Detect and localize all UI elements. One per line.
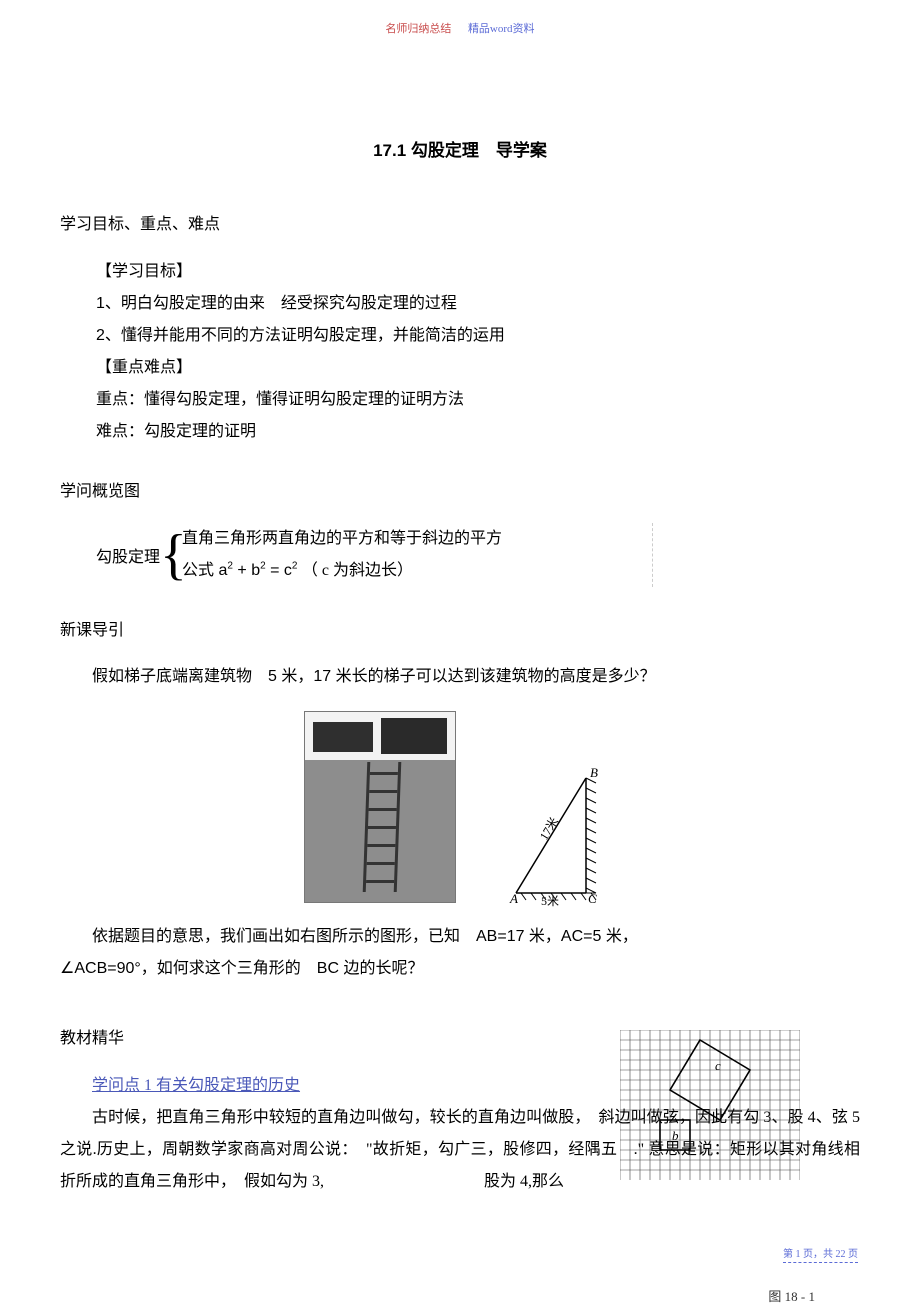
photo-block xyxy=(313,722,373,752)
ladder-rung xyxy=(369,808,397,811)
theorem-formula: 公式 a2 + b2 = c2 （ c 为斜边长） xyxy=(182,555,502,587)
ladder-photo xyxy=(304,711,456,903)
photo-ladder xyxy=(363,762,402,892)
ladder-rung xyxy=(369,790,397,793)
document-page: 名师归纳总结 精品word资料 17.1 勾股定理 导学案 学习目标、重点、难点… xyxy=(0,0,920,1303)
grid-label-c: c xyxy=(715,1058,721,1073)
figure-row: A B C 5米 17米 xyxy=(60,711,860,903)
figure-caption: 图 18 - 1 xyxy=(768,1286,815,1305)
header-right: 精品word资料 xyxy=(468,23,535,35)
key-difficulty-label: 【重点难点】 xyxy=(96,352,860,384)
document-title: 17.1 勾股定理 导学案 xyxy=(60,136,860,161)
section-heading-goals: 学习目标、重点、难点 xyxy=(60,211,860,240)
left-brace-icon: { xyxy=(160,519,187,591)
goal-item-1: 1、明白勾股定理的由来 经受探究勾股定理的过程 xyxy=(96,288,860,320)
ladder-rung xyxy=(367,862,395,865)
page-footer: 第 1 页，共 22 页 xyxy=(783,1245,858,1263)
formula-suffix: （ c 为斜边长） xyxy=(302,562,413,579)
triangle-diagram: A B C 5米 17米 xyxy=(496,763,616,903)
theorem-label: 勾股定理 xyxy=(96,543,160,567)
page-header: 名师归纳总结 精品word资料 xyxy=(60,20,860,36)
header-left: 名师归纳总结 xyxy=(385,23,451,35)
ladder-rung xyxy=(370,772,398,775)
formula-prefix: 公式 xyxy=(182,562,218,579)
intro-question: 假如梯子底端离建筑物 5 米，17 米长的梯子可以达到该建筑物的高度是多少？ xyxy=(60,661,860,693)
difficulty-point: 难点：勾股定理的证明 xyxy=(96,416,860,448)
formula-a-exp: 2 xyxy=(227,560,233,571)
goal-label: 【学习目标】 xyxy=(96,256,860,288)
theorem-brace-block: 勾股定理 { 直角三角形两直角边的平方和等于斜边的平方 公式 a2 + b2 =… xyxy=(96,523,860,587)
formula-plus: + xyxy=(237,562,251,579)
vertex-a-label: A xyxy=(509,891,518,906)
key-point: 重点：懂得勾股定理，懂得证明勾股定理的证明方法 xyxy=(96,384,860,416)
history-block: 学问点 1 有关勾股定理的历史 古时候，把直角三角形中较短的直角边叫做勾，较长的… xyxy=(60,1070,860,1198)
knowledge-point-link: 学问点 1 有关勾股定理的历史 xyxy=(92,1077,300,1094)
section-heading-intro: 新课导引 xyxy=(60,617,860,646)
ladder-rung xyxy=(366,880,394,883)
formula-b: b xyxy=(251,562,260,579)
grid-label-b: b xyxy=(672,1128,679,1143)
base-length-label: 5米 xyxy=(541,894,559,908)
intro-analysis-1: 依据题目的意思，我们画出如右图所示的图形，已知 AB=17 米，AC=5 米， xyxy=(60,921,860,953)
theorem-statement: 直角三角形两直角边的平方和等于斜边的平方 xyxy=(182,523,502,555)
formula-c: c xyxy=(284,562,292,579)
grid-figure: c b xyxy=(620,1030,800,1180)
photo-block xyxy=(381,718,447,754)
vertex-c-label: C xyxy=(588,891,597,906)
ladder-rung xyxy=(367,844,395,847)
ladder-rung xyxy=(368,826,396,829)
formula-b-exp: 2 xyxy=(260,560,266,571)
section-heading-overview: 学问概览图 xyxy=(60,478,860,507)
intro-analysis-2: ∠ACB=90°，如何求这个三角形的 BC 边的长呢？ xyxy=(60,953,860,985)
vertex-b-label: B xyxy=(590,765,598,780)
brace-content: { 直角三角形两直角边的平方和等于斜边的平方 公式 a2 + b2 = c2 （… xyxy=(160,523,653,587)
formula-eq: = xyxy=(270,562,284,579)
formula-c-exp: 2 xyxy=(292,560,298,571)
hypotenuse-length-label: 17米 xyxy=(537,815,562,843)
goal-item-2: 2、懂得并能用不同的方法证明勾股定理，并能简洁的运用 xyxy=(96,320,860,352)
